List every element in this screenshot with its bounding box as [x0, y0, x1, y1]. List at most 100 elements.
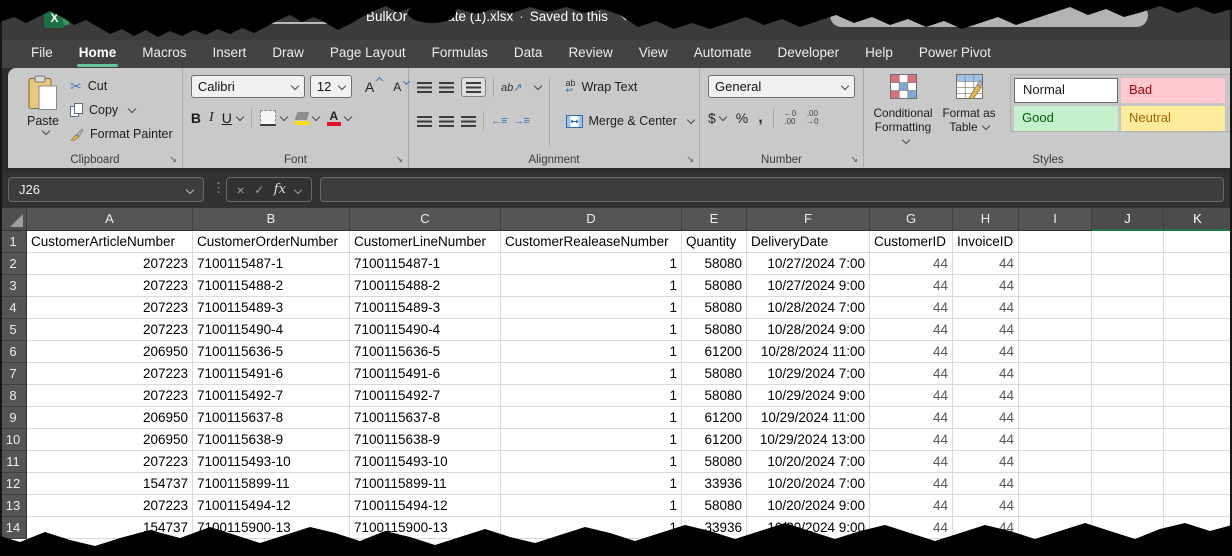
cell[interactable]: 10/27/2024 7:00 [747, 253, 870, 275]
row-header[interactable]: 2 [0, 253, 27, 275]
tab-view[interactable]: View [626, 40, 681, 68]
tab-review[interactable]: Review [555, 40, 625, 68]
cell[interactable]: 10/29/2024 11:00 [747, 407, 870, 429]
column-header-k[interactable]: K [1164, 208, 1232, 231]
tab-data[interactable]: Data [501, 40, 556, 68]
cell[interactable]: 7100115489-3 [350, 297, 501, 319]
decrease-font-size-button[interactable]: A [391, 80, 403, 94]
cell[interactable]: 10/28/2024 11:00 [747, 341, 870, 363]
row-header[interactable]: 10 [0, 429, 27, 451]
cell[interactable]: 58080 [682, 495, 747, 517]
cell[interactable] [1164, 341, 1232, 363]
cell[interactable] [1092, 517, 1164, 539]
cell[interactable]: 1 [501, 275, 682, 297]
cell[interactable]: 44 [870, 297, 953, 319]
cell[interactable]: 7100115492-7 [193, 385, 350, 407]
cell[interactable] [1092, 253, 1164, 275]
cell[interactable] [1092, 385, 1164, 407]
cell[interactable] [1164, 253, 1232, 275]
cell[interactable]: 207223 [27, 319, 193, 341]
cell[interactable]: 33936 [682, 473, 747, 495]
cell[interactable]: 44 [953, 253, 1019, 275]
column-header-d[interactable]: D [501, 208, 682, 231]
cell[interactable]: 7100115638-9 [350, 429, 501, 451]
cell[interactable]: 44 [870, 385, 953, 407]
cell[interactable]: 1 [501, 407, 682, 429]
cell[interactable]: 7100115487-1 [193, 253, 350, 275]
cell[interactable] [1019, 275, 1092, 297]
cell[interactable]: 44 [953, 385, 1019, 407]
cell[interactable]: 44 [953, 275, 1019, 297]
cell[interactable]: DeliveryDate [747, 231, 870, 253]
cell[interactable]: 44 [870, 407, 953, 429]
cell[interactable]: 44 [870, 319, 953, 341]
cell[interactable]: 1 [501, 341, 682, 363]
cell[interactable]: 207223 [27, 495, 193, 517]
enter-icon[interactable]: ✓ [254, 183, 264, 197]
cell[interactable]: 7100115493-10 [350, 451, 501, 473]
cell[interactable]: 44 [870, 275, 953, 297]
cell[interactable]: 44 [870, 429, 953, 451]
cell[interactable]: 44 [953, 407, 1019, 429]
cell[interactable]: 7100115637-8 [350, 407, 501, 429]
borders-button[interactable] [260, 110, 276, 126]
cell[interactable]: 61200 [682, 429, 747, 451]
tab-help[interactable]: Help [852, 40, 906, 68]
cell[interactable]: 44 [870, 451, 953, 473]
cell[interactable]: 1 [501, 297, 682, 319]
cell[interactable] [1019, 429, 1092, 451]
row-header[interactable]: 13 [0, 495, 27, 517]
cell[interactable]: Quantity [682, 231, 747, 253]
cell[interactable]: 44 [870, 517, 953, 539]
cell[interactable]: 1 [501, 517, 682, 539]
number-format-select[interactable]: General [708, 75, 855, 98]
cell[interactable] [1092, 297, 1164, 319]
chevron-down-icon[interactable] [620, 11, 630, 21]
cell[interactable]: 7100115900-13 [193, 517, 350, 539]
cell[interactable] [1019, 495, 1092, 517]
column-header-h[interactable]: H [953, 208, 1019, 231]
cell[interactable] [1164, 363, 1232, 385]
tab-draw[interactable]: Draw [259, 40, 317, 68]
cancel-icon[interactable]: × [237, 182, 245, 198]
cell[interactable]: 7100115487-1 [350, 253, 501, 275]
cell[interactable] [1164, 517, 1232, 539]
cell[interactable]: 10/29/2024 13:00 [747, 429, 870, 451]
decrease-indent-button[interactable]: ←≡ [491, 115, 506, 127]
cell[interactable]: 10/29/2024 7:00 [747, 363, 870, 385]
column-header-b[interactable]: B [193, 208, 350, 231]
cell[interactable] [1164, 231, 1232, 253]
cell[interactable]: 44 [953, 517, 1019, 539]
cell[interactable] [1019, 451, 1092, 473]
cell[interactable] [1092, 495, 1164, 517]
style-chip-neutral[interactable]: Neutral [1121, 106, 1225, 131]
cell[interactable]: 7100115489-3 [193, 297, 350, 319]
row-header[interactable]: 8 [0, 385, 27, 407]
tab-home[interactable]: Home [66, 40, 130, 68]
font-color-button[interactable]: A [327, 111, 341, 126]
chevron-down-icon[interactable] [686, 116, 694, 124]
cell[interactable] [1164, 385, 1232, 407]
cell[interactable] [1164, 319, 1232, 341]
tab-insert[interactable]: Insert [200, 40, 260, 68]
chevron-down-icon[interactable] [719, 113, 727, 121]
column-header-e[interactable]: E [682, 208, 747, 231]
cell[interactable]: CustomerID [870, 231, 953, 253]
cell[interactable]: 10/29/2024 9:00 [747, 385, 870, 407]
row-header[interactable]: 14 [0, 517, 27, 539]
conditional-formatting-button[interactable]: Conditional Formatting [870, 74, 936, 149]
cell[interactable] [1092, 473, 1164, 495]
row-header[interactable]: 6 [0, 341, 27, 363]
cell[interactable]: 44 [953, 363, 1019, 385]
cell[interactable] [1019, 297, 1092, 319]
cell[interactable]: 58080 [682, 319, 747, 341]
cell[interactable]: 207223 [27, 275, 193, 297]
name-box[interactable]: J26 [8, 177, 204, 202]
insert-function-icon[interactable]: fx [274, 182, 286, 197]
style-chip-normal[interactable]: Normal [1014, 78, 1118, 103]
cell[interactable] [1019, 517, 1092, 539]
cell[interactable] [1019, 385, 1092, 407]
cell[interactable]: 1 [501, 473, 682, 495]
style-chip-good[interactable]: Good [1014, 106, 1118, 131]
cell[interactable]: 61200 [682, 407, 747, 429]
